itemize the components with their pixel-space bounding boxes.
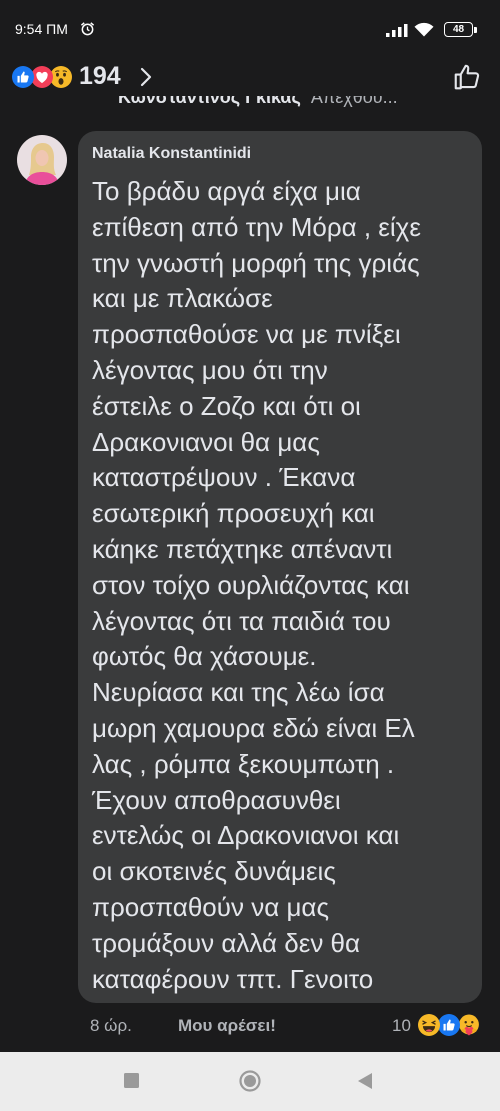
comment-line: προσπαθούν να μας [92, 891, 329, 922]
comment-author[interactable]: Natalia Konstantinidi [92, 145, 251, 163]
comment-timestamp[interactable]: 8 ώρ. [90, 1016, 132, 1036]
battery-icon: 48 [444, 22, 477, 37]
comment-line: μωρη χαμουρα εδώ είναι Ελ [92, 712, 415, 743]
comment-line: λέγοντας μου ότι την [92, 354, 328, 385]
comment-line: φωτός θα χάσουμε. [92, 641, 317, 672]
comment-line: Δρακονιανοι θα μας [92, 426, 320, 457]
home-icon[interactable] [239, 1070, 261, 1092]
reactions-count: 194 [79, 62, 121, 90]
comment-line: κάηκε πετάχτηκε απέναντι [92, 533, 393, 564]
comment-bubble[interactable]: Natalia Konstantinidi Το βράδυ αργά είχα… [78, 131, 482, 1003]
comment-line: Έχουν αποθρασυνθει [92, 784, 341, 815]
comment-line: προσπαθούσε να με πνίξει [92, 319, 401, 350]
haha-reaction-icon[interactable] [418, 1014, 440, 1036]
comment-line: την γνωστή μορφή της γριάς [92, 247, 420, 278]
comment-footer: 8 ώρ. Μου αρέσει! 10 [0, 1012, 500, 1040]
alarm-icon [80, 21, 95, 36]
comment-line: επίθεση από την Μόρα , είχε [92, 211, 421, 242]
previous-comment-clipped: Κωνσταντινος Γκικας Απεχθου... [118, 96, 468, 111]
like-outline-icon[interactable] [452, 62, 482, 92]
back-icon[interactable] [357, 1072, 373, 1090]
comment-line: εντελώς οι Δρακονιανοι και [92, 820, 400, 851]
wow-reaction-icon [50, 66, 72, 88]
wifi-icon [414, 22, 434, 37]
comment-line: εσωτερική προσευχή και [92, 498, 375, 529]
comment-reaction-count[interactable]: 10 [392, 1016, 411, 1036]
system-nav-bar [0, 1052, 500, 1111]
battery-level: 48 [452, 24, 465, 35]
recents-icon[interactable] [124, 1073, 139, 1088]
comment-line: λέγοντας ότι τα παιδιά του [92, 605, 391, 636]
comment-line: οι σκοτεινές δυνάμεις [92, 856, 336, 887]
comment-line: λας , ρόμπα ξεκουμπωτη . [92, 748, 395, 779]
comment-line: και με πλακώσε [92, 283, 273, 314]
comment-line: Το βράδυ αργά είχα μια [92, 176, 361, 206]
care-reaction-icon[interactable] [458, 1014, 480, 1036]
like-comment-button[interactable]: Μου αρέσει! [178, 1016, 276, 1036]
avatar[interactable] [17, 135, 67, 185]
previous-comment-snippet: Απεχθου... [310, 96, 398, 107]
love-reaction-icon [31, 66, 53, 88]
chevron-right-icon [139, 66, 153, 88]
clock-time: 9:54 ΠΜ [15, 21, 68, 37]
comment-line: τρομάξουν αλλά δεν θα [92, 927, 361, 958]
like-reaction-icon[interactable] [438, 1014, 460, 1036]
comment-line: καταστρέψουν . Έκανα [92, 462, 356, 493]
comment-text: Το βράδυ αργά είχα μια επίθεση από την Μ… [92, 174, 477, 997]
comment-line: έστειλε ο Ζοζο και ότι οι [92, 390, 361, 421]
like-reaction-icon [12, 66, 34, 88]
signal-icon [386, 24, 408, 37]
comment-line: στον τοίχο ουρλιάζοντας και [92, 569, 410, 600]
comment-line: καταφέρουν τπτ. Γενοιτο [92, 963, 374, 994]
status-bar: 9:54 ΠΜ 48 [0, 0, 500, 50]
previous-comment-author[interactable]: Κωνσταντινος Γκικας [118, 96, 301, 107]
reactions-summary[interactable]: 194 [0, 58, 170, 98]
comment-line: Νευρίασα και της λέω ίσα [92, 677, 385, 708]
